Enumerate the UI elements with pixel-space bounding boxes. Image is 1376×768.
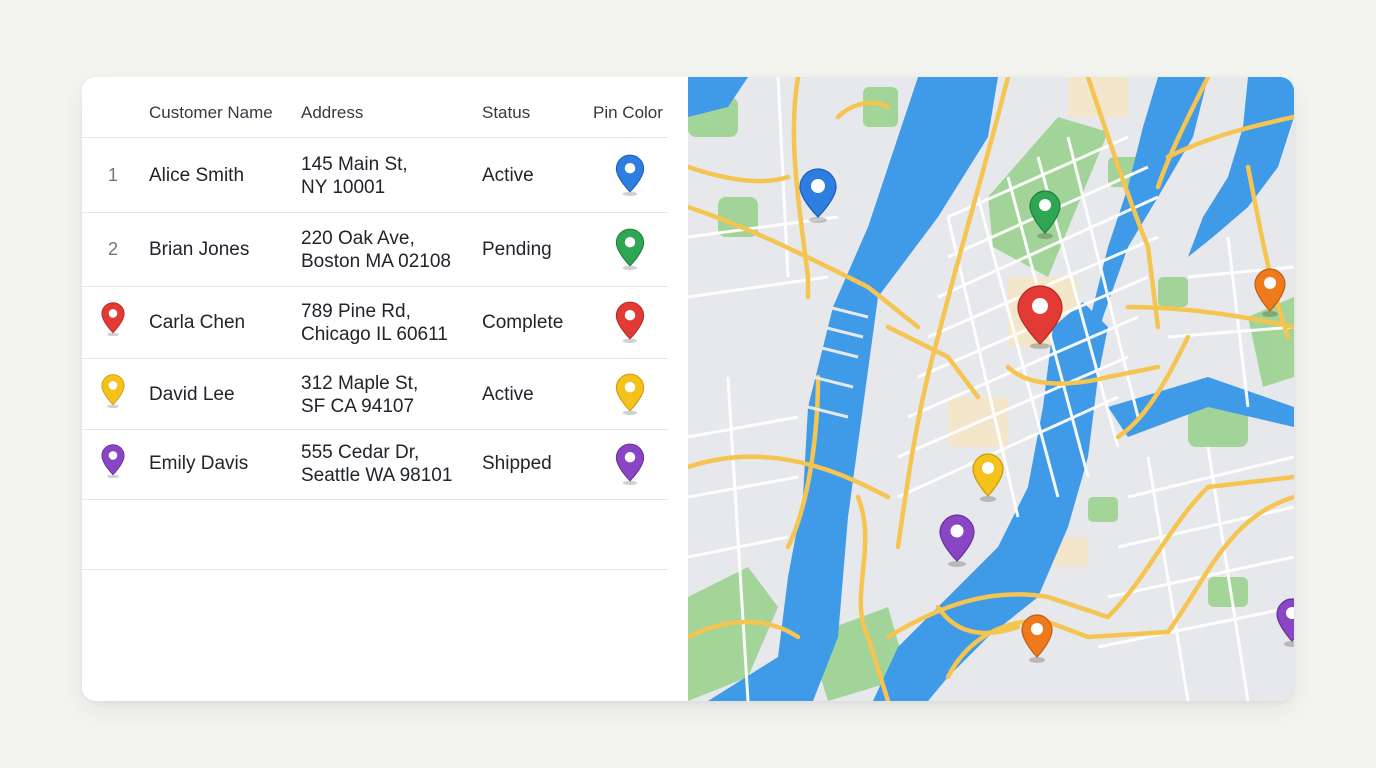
address-line-1: 789 Pine Rd, <box>301 301 411 322</box>
customer-address: 220 Oak Ave, Boston MA 02108 <box>301 227 451 273</box>
purple-pin-icon <box>100 443 126 479</box>
customer-address: 145 Main St, NY 10001 <box>301 153 408 199</box>
customer-name: Emily Davis <box>149 453 249 474</box>
green-pin-icon[interactable] <box>614 227 646 271</box>
address-line-1: 312 Maple St, <box>301 373 419 394</box>
table-row[interactable]: Carla Chen 789 Pine Rd, Chicago IL 60611… <box>82 286 668 359</box>
map-view[interactable] <box>688 77 1294 701</box>
blue-pin-icon[interactable] <box>614 153 646 197</box>
address-line-2: Chicago IL 60611 <box>301 324 448 345</box>
yellow-pin-icon <box>100 373 126 409</box>
address-line-2: Boston MA 02108 <box>301 251 451 272</box>
row-index: 2 <box>107 239 118 259</box>
customer-name: David Lee <box>149 384 235 405</box>
status-text: Active <box>482 165 534 186</box>
address-line-1: 555 Cedar Dr, <box>301 442 420 463</box>
address-line-2: Seattle WA 98101 <box>301 465 453 486</box>
yellow-pin-icon[interactable] <box>614 372 646 416</box>
customer-name: Alice Smith <box>149 165 245 186</box>
table-header-row: Customer Name Address Status Pin Color <box>82 77 668 138</box>
red-pin-icon[interactable] <box>614 300 646 344</box>
customer-table: Customer Name Address Status Pin Color 1… <box>82 77 688 701</box>
customer-address: 312 Maple St, SF CA 94107 <box>301 372 418 418</box>
table-row[interactable]: 2 Brian Jones 220 Oak Ave, Boston MA 021… <box>82 212 668 287</box>
customer-name: Brian Jones <box>149 239 250 260</box>
column-header-customer-name[interactable]: Customer Name <box>149 103 273 123</box>
address-line-1: 220 Oak Ave, <box>301 228 415 249</box>
column-header-status[interactable]: Status <box>482 103 530 123</box>
address-line-1: 145 Main St, <box>301 154 408 175</box>
customer-map-card: Customer Name Address Status Pin Color 1… <box>82 77 1294 701</box>
red-pin-icon <box>100 301 126 337</box>
table-row[interactable]: 1 Alice Smith 145 Main St, NY 10001 Acti… <box>82 138 668 213</box>
map-canvas[interactable] <box>688 77 1294 701</box>
status-text: Shipped <box>482 453 552 474</box>
status-text: Active <box>482 384 534 405</box>
customer-address: 789 Pine Rd, Chicago IL 60611 <box>301 300 448 346</box>
customer-address: 555 Cedar Dr, Seattle WA 98101 <box>301 441 452 487</box>
column-header-pin-color[interactable]: Pin Color <box>593 103 663 123</box>
column-header-address[interactable]: Address <box>301 103 363 123</box>
purple-pin-icon[interactable] <box>614 442 646 486</box>
row-index: 1 <box>107 165 118 185</box>
table-row[interactable]: Emily Davis 555 Cedar Dr, Seattle WA 981… <box>82 429 668 500</box>
customer-name: Carla Chen <box>149 312 246 333</box>
address-line-2: SF CA 94107 <box>301 396 415 417</box>
status-text: Complete <box>482 312 564 333</box>
address-line-2: NY 10001 <box>301 177 386 198</box>
table-row[interactable]: David Lee 312 Maple St, SF CA 94107 Acti… <box>82 358 668 430</box>
empty-table-row <box>82 499 668 570</box>
status-text: Pending <box>482 239 552 260</box>
